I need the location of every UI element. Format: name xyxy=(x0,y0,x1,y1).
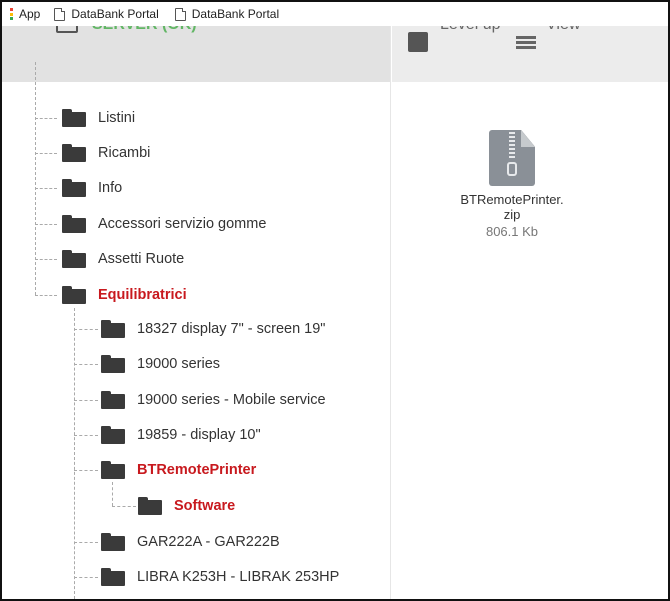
tree-item-label: Ricambi xyxy=(98,145,151,161)
view-list-icon[interactable] xyxy=(516,36,536,50)
tree-item-label: Accessori servizio gomme xyxy=(98,216,267,232)
bookmarks-bar: App DataBank Portal DataBank Portal xyxy=(2,2,668,26)
page-icon xyxy=(54,7,66,21)
folder-icon xyxy=(101,461,125,479)
bookmark-item[interactable]: DataBank Portal xyxy=(174,7,280,21)
folder-icon xyxy=(101,391,125,409)
folder-icon xyxy=(101,426,125,444)
folder-icon xyxy=(62,179,86,197)
tree-item-software[interactable]: Software xyxy=(138,494,235,518)
tree-item-accessori[interactable]: Accessori servizio gomme xyxy=(62,212,266,236)
tree-connector xyxy=(35,224,57,225)
tree-item-listini[interactable]: Listini xyxy=(62,106,135,130)
tree-item-info[interactable]: Info xyxy=(62,176,122,200)
tree-item-label: Listini xyxy=(98,110,136,126)
tree-connector xyxy=(35,188,57,189)
tree-connector xyxy=(74,542,98,543)
tree-item-label: Equilibratrici xyxy=(98,287,187,303)
tree-connector xyxy=(112,506,136,507)
folder-icon xyxy=(101,355,125,373)
tree-connector xyxy=(74,329,98,330)
tree-connector xyxy=(74,364,98,365)
folder-icon xyxy=(62,215,86,233)
folder-icon xyxy=(101,568,125,586)
folder-icon xyxy=(138,497,162,515)
tree-item-label: Assetti Ruote xyxy=(98,251,185,267)
folder-icon xyxy=(62,144,86,162)
level-up-icon[interactable] xyxy=(408,32,428,52)
folder-icon xyxy=(62,109,86,127)
tree-item-19859[interactable]: 19859 - display 10" xyxy=(101,423,261,447)
folder-icon xyxy=(62,250,86,268)
tree-connector xyxy=(35,153,57,154)
tree-item-label: Software xyxy=(174,498,236,514)
file-name-ext: zip xyxy=(503,207,521,222)
tree-item-btremoteprinter[interactable]: BTRemotePrinter xyxy=(101,458,256,482)
folder-icon xyxy=(101,320,125,338)
file-name: BTRemotePrinter. xyxy=(460,192,564,207)
tree-item-label: Info xyxy=(98,180,123,196)
zip-file-icon xyxy=(489,130,535,186)
bookmark-label: DataBank Portal xyxy=(191,7,280,21)
tree-item-label: 18327 display 7" - screen 19" xyxy=(137,321,326,337)
tree-item-19000-series[interactable]: 19000 series xyxy=(101,352,220,376)
tree-connector xyxy=(74,400,98,401)
tree-item-18327[interactable]: 18327 display 7" - screen 19" xyxy=(101,317,325,341)
bookmark-label: DataBank Portal xyxy=(71,7,159,21)
page-icon xyxy=(174,7,186,21)
tree-item-libra[interactable]: LIBRA K253H - LIBRAK 253HP xyxy=(101,565,339,589)
tree-connector xyxy=(35,118,57,119)
folder-icon xyxy=(101,533,125,551)
folder-icon xyxy=(62,286,86,304)
tree-item-19000-mobile[interactable]: 19000 series - Mobile service xyxy=(101,388,326,412)
tree-item-label: 19859 - display 10" xyxy=(137,427,261,443)
tree-item-label: LIBRA K253H - LIBRAK 253HP xyxy=(137,569,340,585)
tree-connector xyxy=(112,482,113,506)
tree-item-equilibratrici[interactable]: Equilibratrici xyxy=(62,283,187,307)
app-window: SERVER (OK) Listini Ricambi Info xyxy=(0,0,670,601)
file-size: 806.1 Kb xyxy=(485,224,539,239)
tree-item-assetti-ruote[interactable]: Assetti Ruote xyxy=(62,247,184,271)
tree-item-label: 19000 series xyxy=(137,356,221,372)
tree-item-label: 19000 series - Mobile service xyxy=(137,392,326,408)
tree-connector xyxy=(35,295,57,296)
tree-connector xyxy=(74,470,98,471)
folder-tree-panel: SERVER (OK) Listini Ricambi Info xyxy=(2,2,391,599)
bookmark-item[interactable]: DataBank Portal xyxy=(54,7,159,21)
tree-item-label: BTRemotePrinter xyxy=(137,462,257,478)
tree-item-gar222[interactable]: GAR222A - GAR222B xyxy=(101,530,280,554)
file-item[interactable]: BTRemotePrinter. zip 806.1 Kb xyxy=(442,124,582,239)
tree-connector xyxy=(74,308,75,599)
tree-connector xyxy=(35,62,36,295)
tree-item-ricambi[interactable]: Ricambi xyxy=(62,141,150,165)
tree-connector xyxy=(74,577,98,578)
tree-connector xyxy=(35,259,57,260)
tree-connector xyxy=(74,435,98,436)
apps-label: App xyxy=(19,7,41,21)
apps-shortcut[interactable]: App xyxy=(10,7,54,21)
apps-icon xyxy=(10,8,13,20)
tree-item-label: GAR222A - GAR222B xyxy=(137,534,280,550)
